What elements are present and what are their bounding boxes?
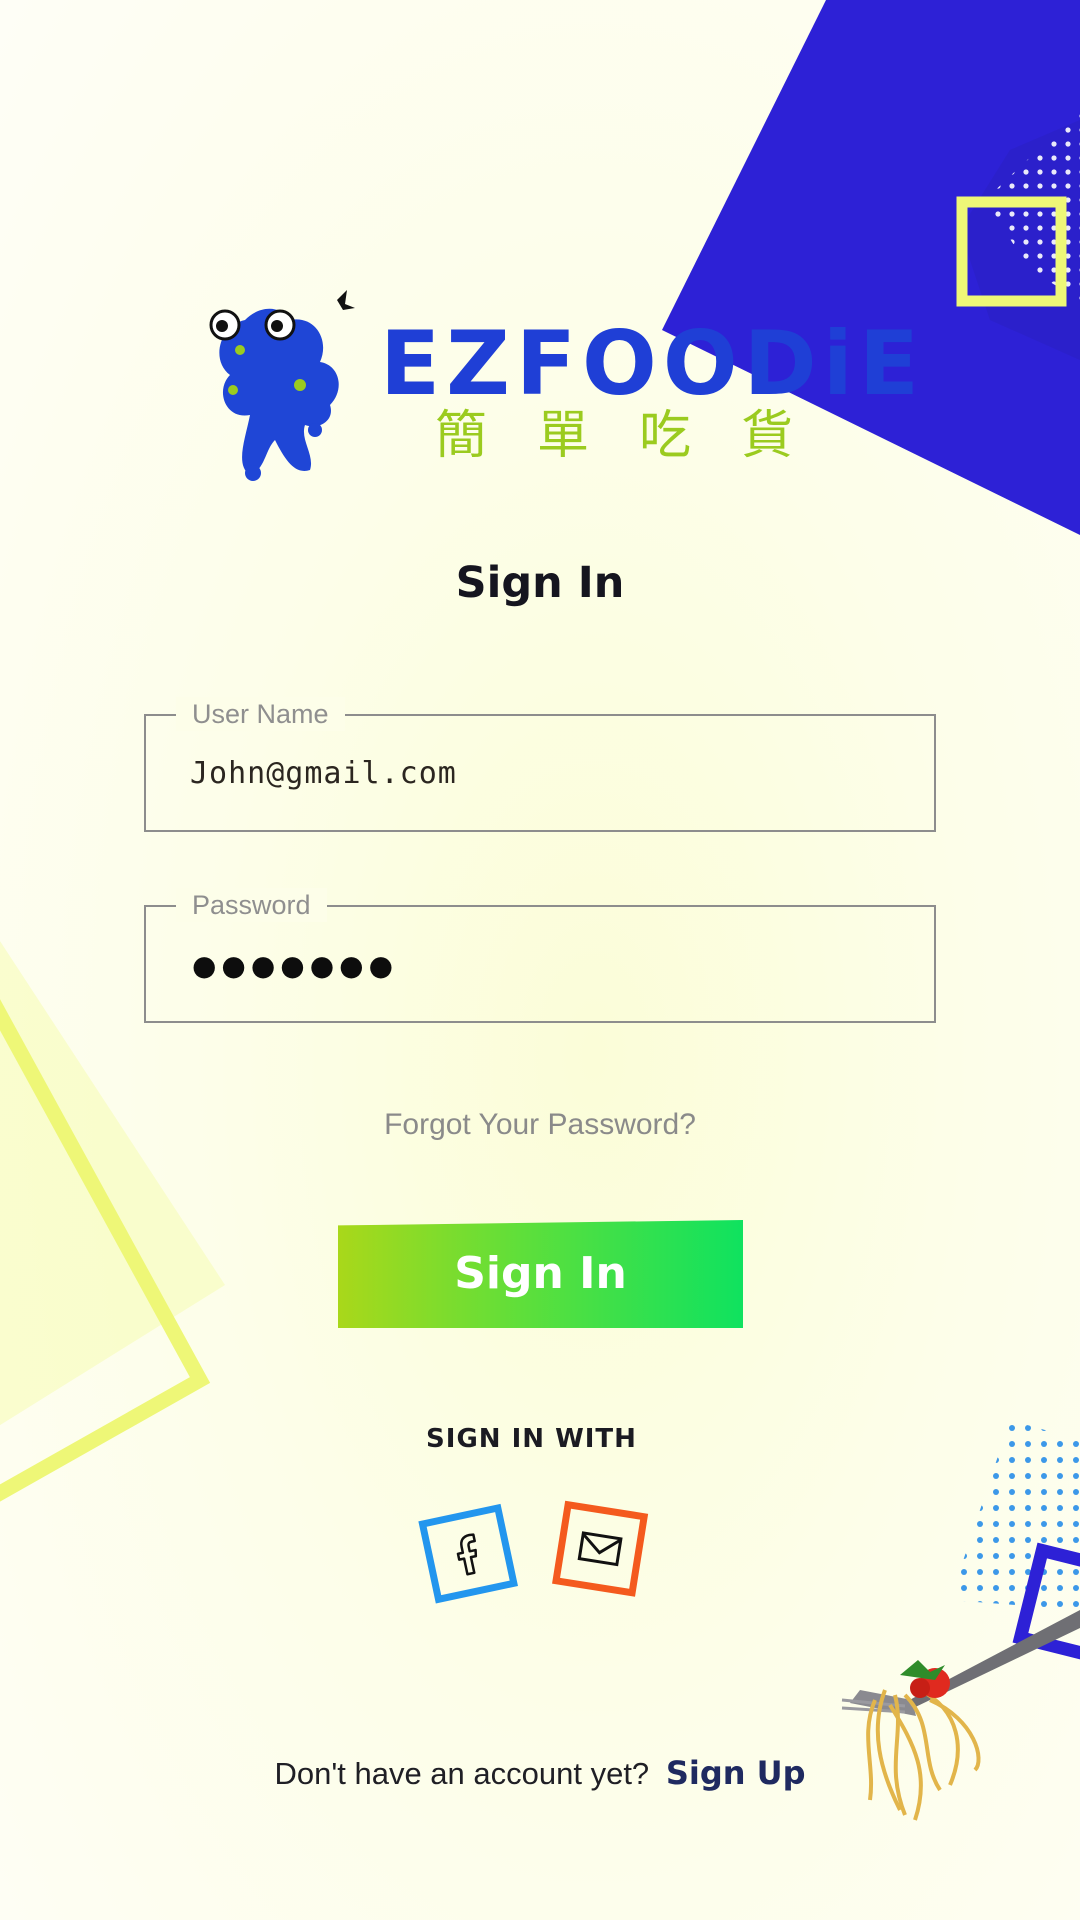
logo-chinese-subtitle: 簡單吃貨 — [435, 406, 844, 466]
email-sign-in-button[interactable] — [552, 1500, 664, 1600]
sign-up-prompt-text: Don't have an account yet? — [274, 1756, 650, 1791]
frog-mascot-icon — [209, 290, 355, 481]
forgot-password-link[interactable]: Forgot Your Password? — [0, 1108, 1080, 1142]
logo-wordmark: EZFOODiE — [380, 312, 925, 415]
username-value[interactable]: John@gmail.com — [190, 756, 457, 791]
sign-in-with-heading: SIGN IN WITH — [426, 1424, 637, 1454]
sign-in-button[interactable]: Sign In — [338, 1220, 743, 1328]
app-logo: EZFOODiE 簡單吃貨 — [205, 290, 919, 490]
password-field[interactable]: Password ●●●●●●● — [144, 888, 936, 1023]
page-title: Sign In — [455, 558, 625, 608]
password-masked-value[interactable]: ●●●●●●● — [192, 949, 398, 982]
username-field[interactable]: User Name John@gmail.com — [144, 697, 936, 832]
facebook-icon — [456, 1533, 478, 1576]
sign-up-prompt-row: Don't have an account yet? Sign Up — [0, 1754, 1080, 1792]
password-label: Password — [176, 888, 327, 922]
sign-up-link[interactable]: Sign Up — [666, 1754, 806, 1792]
mail-icon — [577, 1531, 623, 1567]
username-label: User Name — [176, 697, 345, 731]
